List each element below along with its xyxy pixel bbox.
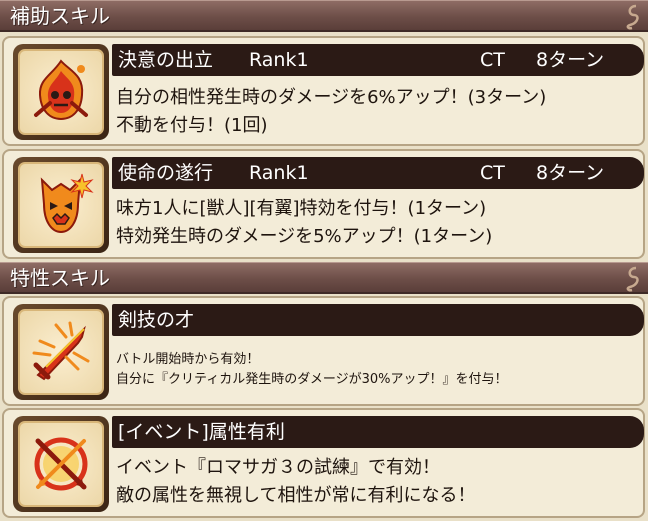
skill-description: イベント『ロマサガ３の試練』で有効！ 敵の属性を無視して相性が常に有利になる！ <box>116 454 475 510</box>
skill-icon-frame <box>13 44 109 140</box>
skill-name: [イベント]属性有利 <box>118 421 285 443</box>
description-line: 不動を付与！(1回) <box>116 115 268 136</box>
skill-title-bar: [イベント]属性有利 <box>112 416 644 448</box>
flame-skull-icon <box>34 59 88 121</box>
skill-description: 自分の相性発生時のダメージを6%アップ！(3ターン) 不動を付与！(1回) <box>116 84 546 140</box>
description-line: 特効発生時のダメージを5%アップ！(1ターン) <box>116 226 493 247</box>
skill-title-bar: 剣技の才 <box>112 304 644 336</box>
description-line: バトル開始時から有効！ <box>116 352 260 367</box>
skill-rank: Rank1 <box>249 49 309 71</box>
skill-name: 使命の遂行 <box>118 162 214 184</box>
description-line: 自分に『クリティカル発生時のダメージが30%アップ！』を付与！ <box>116 372 508 387</box>
skill-description: バトル開始時から有効！ 自分に『クリティカル発生時のダメージが30%アップ！』を… <box>116 350 507 390</box>
description-line: 自分の相性発生時のダメージを6%アップ！(3ターン) <box>116 87 547 108</box>
skill-description: 味方1人に[獣人][有翼]特効を付与！(1ターン) 特効発生時のダメージを5%ア… <box>116 195 492 251</box>
skill-rank: Rank1 <box>249 162 309 184</box>
section-header-trait: 特性スキル <box>0 262 648 294</box>
skill-name: 決意の出立 <box>118 49 214 71</box>
section-title-trait: 特性スキル <box>10 266 110 290</box>
skill-icon-frame <box>13 416 109 512</box>
skill-card-1[interactable]: 決意の出立 Rank1 CT 8ターン 自分の相性発生時のダメージを6%アップ！… <box>2 36 645 146</box>
description-line: 敵の属性を無視して相性が常に有利になる！ <box>116 485 476 506</box>
skill-icon-frame <box>13 157 109 253</box>
section-header-support: 補助スキル <box>0 0 648 32</box>
skill-card-2[interactable]: 使命の遂行 Rank1 CT 8ターン 味方1人に[獣人][有翼]特効を付与！(… <box>2 149 645 259</box>
skill-title-bar: 決意の出立 Rank1 CT 8ターン <box>112 44 644 76</box>
skill-name: 剣技の才 <box>118 309 195 331</box>
ct-label: CT <box>480 49 505 71</box>
demon-mask-icon <box>40 173 94 234</box>
ct-label: CT <box>480 162 505 184</box>
skill-card-3[interactable]: 剣技の才 バトル開始時から有効！ 自分に『クリティカル発生時のダメージが30%ア… <box>2 296 645 406</box>
ct-value: 8ターン <box>536 49 605 71</box>
scroll-ornament-icon <box>626 266 639 292</box>
crossed-arrows-icon <box>34 437 88 491</box>
section-title-support: 補助スキル <box>10 4 110 28</box>
skill-icon-frame <box>13 304 109 400</box>
skill-card-4[interactable]: [イベント]属性有利 イベント『ロマサガ３の試練』で有効！ 敵の属性を無視して相… <box>2 408 645 518</box>
ct-value: 8ターン <box>536 162 605 184</box>
skill-title-bar: 使命の遂行 Rank1 CT 8ターン <box>112 157 644 189</box>
sword-icon <box>32 321 90 381</box>
description-line: イベント『ロマサガ３の試練』で有効！ <box>116 457 440 478</box>
description-line: 味方1人に[獣人][有翼]特効を付与！(1ターン) <box>116 198 487 219</box>
scroll-ornament-icon <box>626 4 639 30</box>
